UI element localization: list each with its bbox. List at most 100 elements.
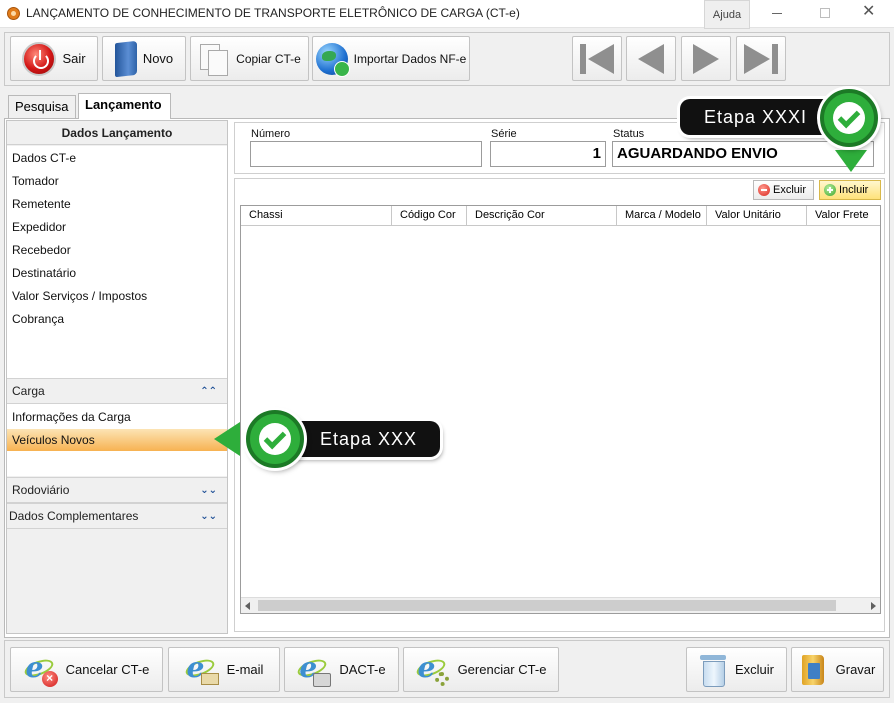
- globe-download-icon: [315, 42, 350, 77]
- panel-header: Dados Lançamento: [7, 121, 227, 145]
- tab-pesquisa[interactable]: Pesquisa: [8, 95, 76, 118]
- callout-step-a: Etapa XXX: [282, 421, 440, 457]
- first-record-icon: [580, 43, 614, 74]
- next-record-button[interactable]: [681, 36, 731, 81]
- scroll-left-icon[interactable]: [245, 602, 250, 610]
- email-button[interactable]: e E-mail: [168, 647, 280, 692]
- column-header-valor-unitario[interactable]: Valor Unitário: [707, 206, 807, 226]
- scrollbar-thumb[interactable]: [258, 600, 836, 611]
- incluir-row-label: Incluir: [839, 184, 869, 196]
- trash-icon: [699, 653, 727, 687]
- group-dados-complementares[interactable]: Dados Complementares ⌄⌄: [7, 503, 227, 529]
- novo-label: Novo: [142, 51, 174, 66]
- serie-label: Série: [491, 128, 517, 140]
- gravar-label: Gravar: [835, 662, 876, 677]
- first-record-button[interactable]: [572, 36, 622, 81]
- excluir-record-label: Excluir: [734, 662, 774, 677]
- chevron-down-icon[interactable]: ⌄⌄: [200, 478, 217, 503]
- dacte-label: DACT-e: [339, 662, 386, 677]
- dados-list: Dados CT-e Tomador Remetente Expedidor R…: [7, 146, 227, 378]
- close-icon[interactable]: ✕: [862, 4, 875, 20]
- nav-item-remetente[interactable]: Remetente: [7, 193, 227, 215]
- column-header-valor-frete[interactable]: Valor Frete: [807, 206, 880, 226]
- excluir-row-button[interactable]: Excluir: [753, 180, 814, 200]
- cte-manage-icon: e: [414, 652, 450, 687]
- column-header-descricao-cor[interactable]: Descrição Cor: [467, 206, 617, 226]
- toolbar: Sair Novo Copiar CT-e Importar Dados NF-…: [4, 32, 890, 86]
- nav-item-veiculos-novos[interactable]: Veículos Novos: [7, 429, 227, 451]
- sair-button[interactable]: Sair: [10, 36, 98, 81]
- veiculos-table[interactable]: Chassi Código Cor Descrição Cor Marca / …: [240, 205, 881, 614]
- tab-lancamento[interactable]: Lançamento: [78, 93, 171, 119]
- nav-item-recebedor[interactable]: Recebedor: [7, 239, 227, 261]
- power-icon: [22, 41, 57, 76]
- group-carga-label: Carga: [12, 384, 45, 398]
- app-icon: [7, 7, 20, 20]
- cte-email-icon: e: [183, 652, 219, 687]
- minimize-icon[interactable]: [772, 13, 782, 14]
- nav-item-dados-cte[interactable]: Dados CT-e: [7, 147, 227, 169]
- nav-item-valor-servicos[interactable]: Valor Serviços / Impostos: [7, 285, 227, 307]
- novo-button[interactable]: Novo: [102, 36, 186, 81]
- importar-nfe-button[interactable]: Importar Dados NF-e: [312, 36, 470, 81]
- table-header-row: Chassi Código Cor Descrição Cor Marca / …: [241, 206, 880, 226]
- carga-list: Informações da Carga Veículos Novos: [7, 404, 227, 476]
- status-label: Status: [613, 128, 645, 140]
- importar-label: Importar Dados NF-e: [353, 51, 467, 66]
- bottom-toolbar: e × Cancelar CT-e e E-mail e DACT-e e Ger…: [4, 640, 890, 698]
- check-circle-icon: [820, 89, 878, 147]
- excluir-row-label: Excluir: [773, 184, 807, 196]
- scroll-right-icon[interactable]: [871, 602, 876, 610]
- nav-item-cobranca[interactable]: Cobrança: [7, 308, 227, 330]
- column-header-codigo-cor[interactable]: Código Cor: [392, 206, 467, 226]
- title-bar: LANÇAMENTO DE CONHECIMENTO DE TRANSPORTE…: [0, 0, 894, 29]
- last-record-button[interactable]: [736, 36, 786, 81]
- excluir-record-button[interactable]: Excluir: [686, 647, 787, 692]
- copiar-cte-button[interactable]: Copiar CT-e: [190, 36, 309, 81]
- cancelar-cte-label: Cancelar CT-e: [65, 662, 150, 677]
- check-circle-icon: [246, 410, 304, 468]
- nav-item-tomador[interactable]: Tomador: [7, 170, 227, 192]
- cte-cancel-icon: e ×: [22, 652, 58, 687]
- group-dados-complementares-label: Dados Complementares: [9, 509, 139, 523]
- numero-label: Número: [251, 128, 291, 140]
- serie-field[interactable]: 1: [490, 141, 606, 167]
- previous-icon: [638, 43, 664, 74]
- nav-item-expedidor[interactable]: Expedidor: [7, 216, 227, 238]
- group-carga[interactable]: Carga ⌃⌃: [7, 378, 227, 404]
- cancelar-cte-button[interactable]: e × Cancelar CT-e: [10, 647, 163, 692]
- email-label: E-mail: [226, 662, 264, 677]
- gerenciar-cte-label: Gerenciar CT-e: [457, 662, 547, 677]
- window-title: LANÇAMENTO DE CONHECIMENTO DE TRANSPORTE…: [26, 6, 520, 20]
- save-icon: [800, 653, 828, 687]
- gerenciar-cte-button[interactable]: e Gerenciar CT-e: [403, 647, 559, 692]
- maximize-icon[interactable]: [820, 8, 830, 18]
- gravar-button[interactable]: Gravar: [791, 647, 884, 692]
- cte-print-icon: e: [295, 652, 332, 687]
- help-button[interactable]: Ajuda: [704, 0, 750, 29]
- nav-item-destinatario[interactable]: Destinatário: [7, 262, 227, 284]
- copy-icon: [198, 42, 230, 76]
- minus-icon: [758, 184, 770, 196]
- last-record-icon: [744, 43, 778, 74]
- column-header-chassi[interactable]: Chassi: [241, 206, 392, 226]
- nav-item-informacoes-carga[interactable]: Informações da Carga: [7, 406, 227, 428]
- book-icon: [114, 40, 137, 77]
- chevron-up-icon[interactable]: ⌃⌃: [200, 379, 217, 404]
- plus-icon: [824, 184, 836, 196]
- callout-arrow-left-icon: [214, 422, 240, 456]
- group-rodoviario-label: Rodoviário: [12, 483, 70, 497]
- chevron-down-icon[interactable]: ⌄⌄: [200, 504, 217, 529]
- numero-field[interactable]: [250, 141, 482, 167]
- dacte-button[interactable]: e DACT-e: [284, 647, 399, 692]
- previous-record-button[interactable]: [626, 36, 676, 81]
- callout-arrow-down-icon: [835, 150, 867, 172]
- incluir-row-button[interactable]: Incluir: [819, 180, 881, 200]
- sair-label: Sair: [62, 51, 86, 66]
- column-header-marca-modelo[interactable]: Marca / Modelo: [617, 206, 707, 226]
- next-icon: [693, 43, 719, 74]
- copiar-label: Copiar CT-e: [236, 51, 301, 66]
- left-navigation-panel: Dados Lançamento Dados CT-e Tomador Reme…: [6, 120, 228, 634]
- group-rodoviario[interactable]: Rodoviário ⌄⌄: [7, 477, 227, 503]
- horizontal-scrollbar[interactable]: [241, 597, 880, 613]
